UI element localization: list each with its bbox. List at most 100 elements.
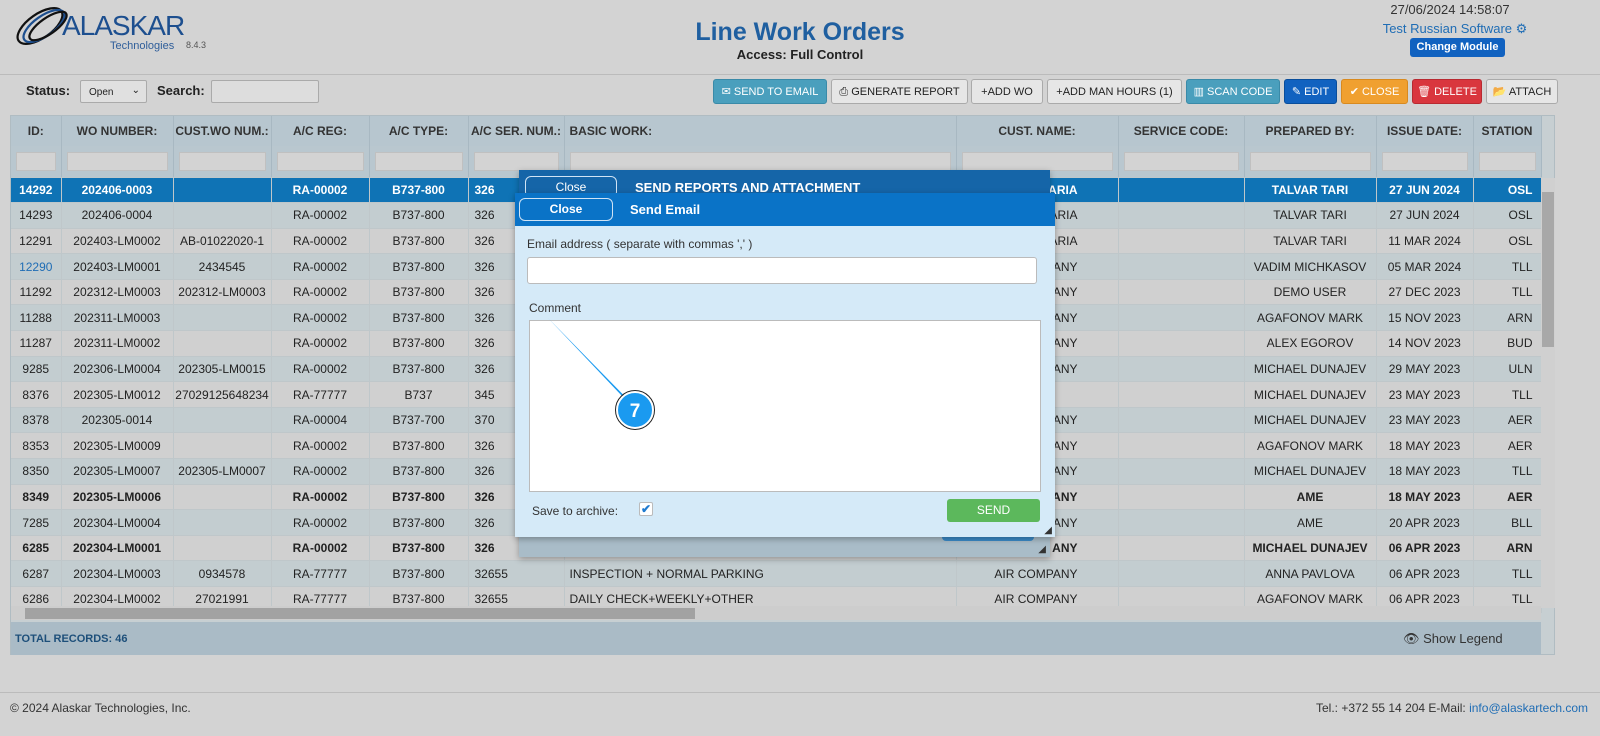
divider	[0, 74, 1600, 75]
table-cell: 18 MAY 2023	[1376, 432, 1474, 460]
table-cell: 14 NOV 2023	[1376, 330, 1474, 357]
table-cell: 2434545	[173, 253, 272, 280]
table-cell: 06 APR 2023	[1376, 560, 1474, 587]
filter-input[interactable]	[178, 151, 266, 171]
save-to-archive-checkbox[interactable]: ✔	[639, 502, 653, 516]
column-header[interactable]: A/C TYPE:	[369, 116, 469, 146]
edit-button[interactable]: ✎ EDIT	[1284, 79, 1337, 104]
scan-code-button[interactable]: ▥ SCAN CODE	[1186, 79, 1280, 104]
table-cell: B737-800	[369, 202, 469, 229]
table-cell: B737-800	[369, 177, 469, 204]
folder-open-icon: 📂	[1492, 86, 1507, 98]
table-cell: B737-800	[369, 253, 469, 280]
filter-input[interactable]	[66, 151, 168, 171]
add-wo-button[interactable]: +ADD WO	[971, 79, 1043, 104]
column-header[interactable]: CUST. NAME:	[956, 116, 1119, 146]
table-cell: B737-800	[369, 279, 469, 306]
filter-input[interactable]	[961, 151, 1113, 171]
table-cell: 29 MAY 2023	[1376, 356, 1474, 383]
filter-input[interactable]	[473, 151, 559, 171]
column-header[interactable]: PREPARED BY:	[1244, 116, 1377, 146]
contact-info: Tel.: +372 55 14 204 E-Mail: info@alaska…	[1316, 701, 1588, 715]
filter-input[interactable]	[1249, 151, 1371, 171]
table-cell	[173, 177, 272, 204]
table-cell: 202312-LM0003	[173, 279, 272, 306]
filter-input[interactable]	[1123, 151, 1239, 171]
table-cell: B737-800	[369, 330, 469, 357]
generate-report-button[interactable]: ⎙ GENERATE REPORT	[831, 79, 968, 104]
table-cell: 27 JUN 2024	[1376, 177, 1474, 204]
column-header[interactable]: ID:	[11, 116, 62, 146]
table-cell	[173, 509, 272, 536]
table-cell: MICHAEL DUNAJEV	[1244, 381, 1377, 408]
table-cell: 14292	[11, 177, 62, 204]
column-header[interactable]: STATION	[1473, 116, 1542, 146]
page-title: Line Work Orders	[695, 18, 905, 46]
user-name[interactable]: Test Russian Software ⚙	[1370, 21, 1540, 37]
column-header[interactable]: BASIC WORK:	[564, 116, 957, 146]
table-row[interactable]: 6287 202304-LM0003 0934578 RA-77777 B737-800…	[11, 560, 1542, 587]
filter-input[interactable]	[374, 151, 463, 171]
close-wo-button[interactable]: ✔ CLOSE	[1341, 79, 1408, 104]
horizontal-scroll-thumb[interactable]	[25, 608, 695, 619]
table-cell: 202305-LM0007	[173, 458, 272, 485]
table-cell: MICHAEL DUNAJEV	[1244, 407, 1377, 434]
table-cell	[1118, 253, 1245, 280]
table-cell: ANNA PAVLOVA	[1244, 560, 1377, 587]
table-cell: MICHAEL DUNAJEV	[1244, 535, 1377, 562]
button-label: SCAN CODE	[1207, 86, 1273, 98]
table-cell	[1118, 432, 1245, 460]
filter-input[interactable]	[569, 151, 951, 171]
column-filter	[271, 146, 370, 178]
search-label: Search:	[157, 83, 205, 98]
table-cell: ULN	[1473, 356, 1542, 383]
column-header[interactable]: A/C REG:	[271, 116, 370, 146]
filter-input[interactable]	[1381, 151, 1468, 171]
attach-button[interactable]: 📂 ATTACH	[1486, 79, 1558, 104]
vertical-scroll-thumb[interactable]	[1542, 192, 1554, 347]
show-legend-button[interactable]: 👁 Show Legend	[1403, 631, 1503, 647]
table-cell: B737-800	[369, 509, 469, 536]
change-module-button[interactable]: Change Module	[1410, 38, 1505, 57]
table-cell: 202305-LM0007	[61, 458, 174, 485]
email-input[interactable]	[527, 257, 1037, 284]
table-cell: 23 MAY 2023	[1376, 407, 1474, 434]
table-cell: ARN	[1473, 535, 1542, 562]
filter-input[interactable]	[16, 151, 56, 171]
delete-button[interactable]: 🗑 DELETE	[1412, 79, 1482, 104]
table-cell: 202312-LM0003	[61, 279, 174, 306]
search-input[interactable]	[211, 80, 319, 103]
table-cell: 8376	[11, 381, 62, 408]
filter-input[interactable]	[1478, 151, 1536, 171]
table-cell: 202306-LM0004	[61, 356, 174, 383]
table-cell: 202305-LM0006	[61, 484, 174, 511]
filter-input[interactable]	[276, 151, 364, 171]
table-cell: RA-00002	[271, 228, 370, 255]
resize-handle-icon[interactable]: ◢	[1038, 544, 1046, 555]
table-cell: BLL	[1473, 509, 1542, 536]
email-label: Email address ( separate with commas ','…	[527, 237, 753, 251]
column-header[interactable]: CUST.WO NUM.:	[173, 116, 272, 146]
table-cell: TALVAR TARI	[1244, 202, 1377, 229]
column-header[interactable]: A/C SER. NUM.:	[468, 116, 565, 146]
table-cell: AER	[1473, 432, 1542, 460]
column-filter	[1118, 146, 1245, 178]
send-to-email-button[interactable]: ✉ SEND TO EMAIL	[713, 79, 827, 104]
table-cell: RA-00002	[271, 356, 370, 383]
column-header[interactable]: SERVICE CODE:	[1118, 116, 1245, 146]
email-link[interactable]: info@alaskartech.com	[1469, 701, 1588, 715]
comment-textarea[interactable]	[529, 320, 1041, 492]
status-select[interactable]: Open ⌄	[80, 80, 147, 103]
dialog-title: Send Email	[630, 202, 701, 217]
column-header[interactable]: WO NUMBER:	[61, 116, 174, 146]
table-cell: TLL	[1473, 458, 1542, 485]
column-header[interactable]: ISSUE DATE:	[1376, 116, 1474, 146]
close-button[interactable]: Close	[519, 198, 613, 221]
gear-icon[interactable]: ⚙	[1516, 21, 1528, 36]
table-cell: AER	[1473, 484, 1542, 511]
send-button[interactable]: SEND	[947, 499, 1040, 522]
table-cell: 6287	[11, 560, 62, 587]
datetime: 27/06/2024 14:58:07	[1390, 2, 1510, 17]
add-man-hours-button[interactable]: +ADD MAN HOURS (1)	[1047, 79, 1182, 104]
resize-handle-icon[interactable]: ◢	[1044, 525, 1052, 536]
